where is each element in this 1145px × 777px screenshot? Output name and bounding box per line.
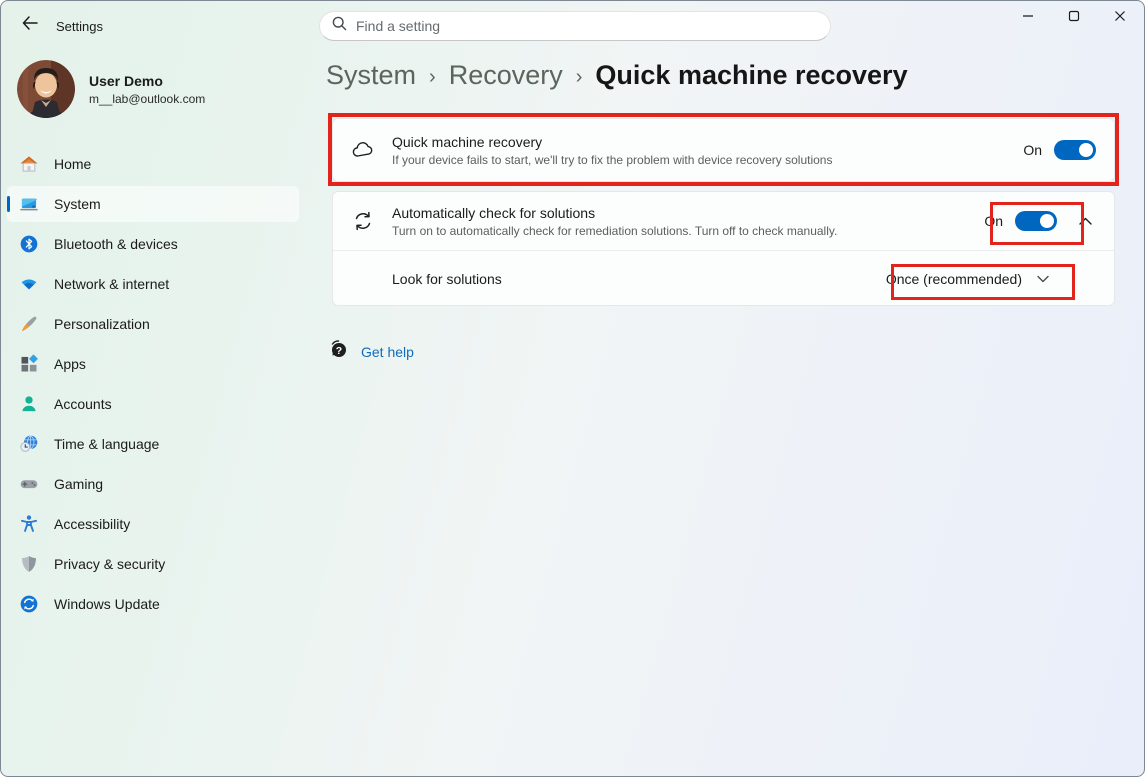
time-icon [19, 434, 39, 454]
sidebar-item-label: Accounts [54, 396, 112, 412]
sync-icon [351, 209, 375, 233]
dropdown-value: Once (recommended) [886, 271, 1022, 287]
network-icon [19, 274, 39, 294]
chevron-down-icon [1037, 270, 1049, 288]
maximize-icon [1068, 9, 1080, 27]
close-icon [1114, 9, 1126, 27]
sidebar-item-system[interactable]: System [7, 186, 299, 222]
sidebar-item-privacy[interactable]: Privacy & security [7, 546, 299, 582]
sidebar-item-time[interactable]: Time & language [7, 426, 299, 462]
minimize-icon [1022, 9, 1034, 27]
bluetooth-icon [19, 234, 39, 254]
apps-icon [19, 354, 39, 374]
profile-name: User Demo [89, 73, 163, 89]
minimize-button[interactable] [1005, 1, 1051, 35]
cloud-icon [351, 139, 375, 161]
window-title: Settings [56, 19, 103, 34]
close-button[interactable] [1097, 1, 1143, 35]
get-help-row: ? Get help [328, 339, 414, 364]
setting-description: If your device fails to start, we'll try… [392, 153, 832, 167]
setting-label: Look for solutions [392, 271, 502, 287]
chevron-right-icon: › [576, 63, 583, 89]
sidebar-item-label: Personalization [54, 316, 150, 332]
sidebar-item-label: Network & internet [54, 276, 169, 292]
accessibility-icon [19, 514, 39, 534]
search-input[interactable] [356, 18, 818, 34]
sidebar-item-label: Bluetooth & devices [54, 236, 178, 252]
privacy-icon [19, 554, 39, 574]
breadcrumb-system[interactable]: System [326, 60, 416, 91]
setting-title: Automatically check for solutions [392, 205, 837, 221]
svg-text:?: ? [336, 345, 342, 357]
auto-check-toggle[interactable] [1015, 211, 1057, 231]
sidebar-item-bluetooth[interactable]: Bluetooth & devices [7, 226, 299, 262]
personalization-icon [19, 314, 39, 334]
toggle-state-label: On [1023, 142, 1042, 158]
sidebar-item-label: Privacy & security [54, 556, 165, 572]
auto-check-card: Automatically check for solutions Turn o… [332, 191, 1115, 306]
avatar[interactable] [17, 60, 75, 118]
help-icon: ? [328, 339, 348, 364]
search-icon [332, 16, 347, 36]
sidebar-item-label: Time & language [54, 436, 159, 452]
sidebar-item-accounts[interactable]: Accounts [7, 386, 299, 422]
search-box[interactable] [319, 11, 831, 41]
sidebar-nav: Home System Bluetooth & devices Network & i… [7, 146, 299, 626]
quick-recovery-card: Quick machine recovery If your device fa… [332, 118, 1115, 182]
home-icon [19, 154, 39, 174]
sidebar-item-network[interactable]: Network & internet [7, 266, 299, 302]
sidebar-item-label: Apps [54, 356, 86, 372]
sidebar-item-label: Windows Update [54, 596, 160, 612]
quick-recovery-toggle[interactable] [1054, 140, 1096, 160]
back-arrow-icon [22, 16, 38, 35]
setting-description: Turn on to automatically check for remed… [392, 224, 837, 238]
window-controls [1005, 1, 1143, 35]
breadcrumb-recovery[interactable]: Recovery [449, 60, 563, 91]
collapse-button[interactable] [1074, 210, 1096, 232]
sidebar-item-gaming[interactable]: Gaming [7, 466, 299, 502]
chevron-right-icon: › [429, 63, 436, 89]
selected-indicator [7, 196, 10, 212]
back-button[interactable] [15, 14, 45, 36]
breadcrumb: System › Recovery › Quick machine recove… [326, 60, 908, 91]
sidebar-item-apps[interactable]: Apps [7, 346, 299, 382]
sidebar-item-label: Home [54, 156, 91, 172]
sidebar-item-label: Accessibility [54, 516, 130, 532]
system-icon [19, 194, 39, 214]
get-help-link[interactable]: Get help [361, 344, 414, 360]
profile-email: m__lab@outlook.com [89, 92, 205, 106]
sidebar-item-personalization[interactable]: Personalization [7, 306, 299, 342]
sidebar-item-label: System [54, 196, 101, 212]
chevron-up-icon [1079, 212, 1092, 230]
maximize-button[interactable] [1051, 1, 1097, 35]
sidebar-item-label: Gaming [54, 476, 103, 492]
toggle-state-label: On [984, 213, 1003, 229]
gaming-icon [19, 474, 39, 494]
sidebar-item-update[interactable]: Windows Update [7, 586, 299, 622]
accounts-icon [19, 394, 39, 414]
sidebar-item-home[interactable]: Home [7, 146, 299, 182]
look-for-solutions-dropdown[interactable]: Once (recommended) [886, 270, 1049, 288]
settings-window: Settings [0, 0, 1145, 777]
page-title: Quick machine recovery [595, 60, 907, 91]
setting-title: Quick machine recovery [392, 134, 832, 150]
sidebar-item-accessibility[interactable]: Accessibility [7, 506, 299, 542]
update-icon [19, 594, 39, 614]
